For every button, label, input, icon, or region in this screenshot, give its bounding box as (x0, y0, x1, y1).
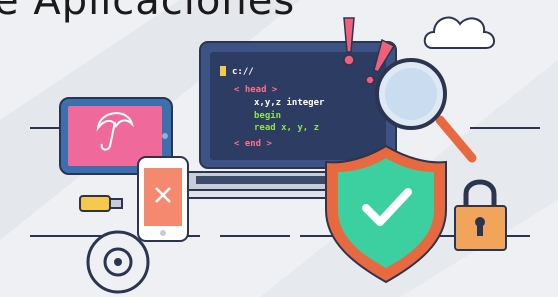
usb-drive-icon (79, 195, 123, 212)
page-title: e Aplicaciones (0, 0, 296, 24)
code-line: read x, y, z (254, 123, 320, 133)
cd-disc-icon (86, 230, 150, 294)
cursor-block (220, 66, 226, 76)
code-line: begin (254, 111, 282, 121)
code-line: x,y,z integer (254, 98, 325, 108)
illustration: e Aplicaciones c:// < head > x,y,z integ… (0, 0, 558, 297)
code-line: < end > (234, 139, 272, 149)
illustration-canvas (0, 0, 558, 297)
phone-icon (137, 156, 189, 242)
code-path: c:// (232, 67, 254, 77)
code-line: < head > (234, 85, 278, 95)
